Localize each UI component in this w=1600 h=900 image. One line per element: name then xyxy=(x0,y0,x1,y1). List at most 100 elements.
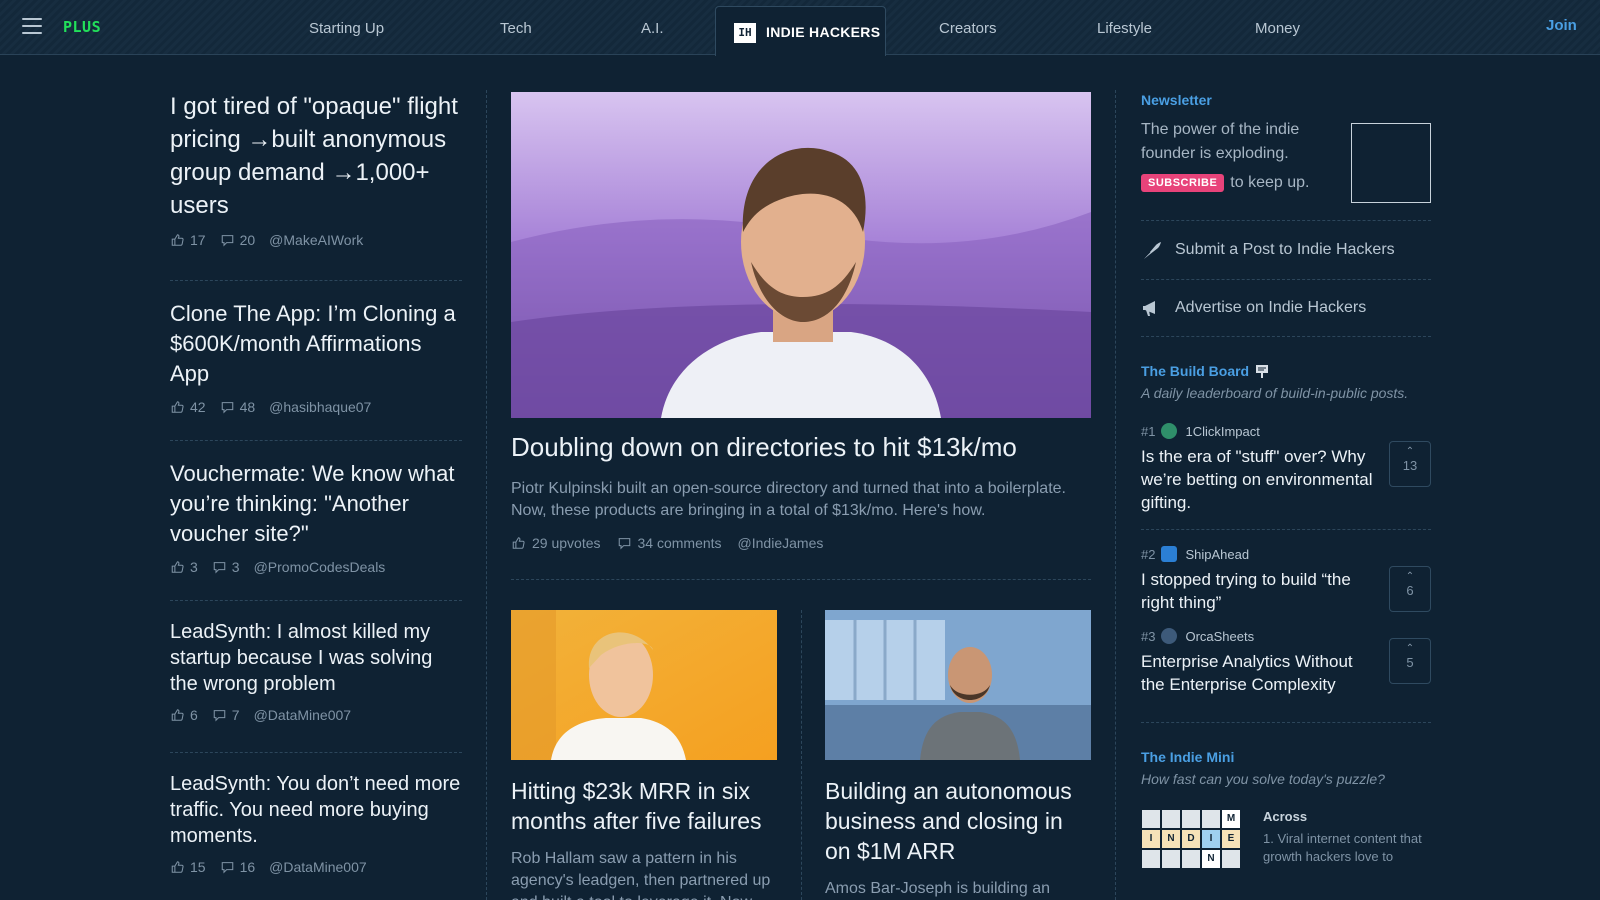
feature-comments[interactable]: 34 comments xyxy=(638,535,722,551)
chevron-up-icon: ⌃ xyxy=(1405,571,1415,582)
comment-icon[interactable] xyxy=(220,400,235,414)
product-name[interactable]: OrcaSheets xyxy=(1185,629,1254,644)
portrait-illustration xyxy=(511,610,777,760)
menu-icon[interactable] xyxy=(22,18,42,34)
comment-icon[interactable] xyxy=(220,860,235,874)
newsletter-text: The power of the indie founder is explod… xyxy=(1141,121,1300,162)
indie-mini: The Indie Mini How fast can you solve to… xyxy=(1141,749,1431,879)
crossword-grid[interactable]: M I N D I E N xyxy=(1141,809,1245,873)
comment-icon[interactable] xyxy=(212,560,227,574)
build-post-title[interactable]: Is the era of "stuff" over? Why we’re be… xyxy=(1141,445,1376,514)
rank: #3 xyxy=(1141,628,1156,644)
product-logo-icon xyxy=(1161,423,1178,439)
list-item[interactable]: LeadSynth: You don’t need more traffic. … xyxy=(170,753,462,893)
rank: #2 xyxy=(1141,546,1156,562)
nav-creators[interactable]: Creators xyxy=(939,20,997,37)
post-list: I got tired of "opaque" flight pricing →… xyxy=(170,90,462,893)
post-author[interactable]: @DataMine007 xyxy=(254,707,352,723)
list-item[interactable]: #1 1ClickImpact Is the era of "stuff" ov… xyxy=(1141,423,1431,529)
nav-money[interactable]: Money xyxy=(1255,20,1300,37)
upvote-button[interactable]: ⌃ 13 xyxy=(1389,441,1431,487)
nav-starting-up[interactable]: Starting Up xyxy=(309,20,384,37)
keep-up-text: to keep up. xyxy=(1230,174,1310,192)
subscribe-button[interactable]: SUBSCRIBE xyxy=(1141,174,1225,192)
feature-image[interactable] xyxy=(511,92,1091,418)
thumbs-up-icon[interactable] xyxy=(170,400,185,414)
post-title[interactable]: LeadSynth: I almost killed my startup be… xyxy=(170,619,462,697)
post-meta: 3 3 @PromoCodesDeals xyxy=(170,559,462,575)
divider xyxy=(1141,336,1431,337)
post-author[interactable]: @PromoCodesDeals xyxy=(254,559,386,575)
thumbs-up-icon[interactable] xyxy=(170,860,185,874)
card-description: Rob Hallam saw a pattern in his agency's… xyxy=(511,850,771,900)
across-clue: 1. Viral internet content that growth ha… xyxy=(1263,831,1422,864)
divider xyxy=(1141,722,1431,723)
list-item[interactable]: Vouchermate: We know what you’re thinkin… xyxy=(170,441,462,601)
card-title[interactable]: Hitting $23k MRR in six months after fiv… xyxy=(511,776,777,836)
thumbs-up-icon[interactable] xyxy=(170,560,185,574)
nav-tech[interactable]: Tech xyxy=(500,20,532,37)
indie-mini-subtitle: How fast can you solve today's puzzle? xyxy=(1141,771,1385,787)
post-meta: 15 16 @DataMine007 xyxy=(170,859,462,875)
product-logo-icon xyxy=(1161,628,1178,644)
list-item[interactable]: Clone The App: I’m Cloning a $600K/month… xyxy=(170,281,462,441)
feature-upvotes: 29 upvotes xyxy=(532,535,601,551)
post-author[interactable]: @MakeAIWork xyxy=(269,232,363,248)
product-name[interactable]: 1ClickImpact xyxy=(1185,424,1259,439)
rank: #1 xyxy=(1141,423,1156,439)
card-description: Amos Bar-Joseph is building an xyxy=(825,880,1051,897)
feature-author[interactable]: @IndieJames xyxy=(738,535,824,551)
advertise-link[interactable]: Advertise on Indie Hackers xyxy=(1141,280,1431,336)
thumbs-up-icon[interactable] xyxy=(170,708,185,722)
ih-logo-icon: IH xyxy=(734,23,756,43)
newsletter-label: Newsletter xyxy=(1141,92,1212,108)
post-title[interactable]: Clone The App: I’m Cloning a $600K/month… xyxy=(170,299,462,389)
build-board: The Build Board A daily leaderboard of b… xyxy=(1141,363,1431,723)
card-title[interactable]: Building an autonomous business and clos… xyxy=(825,776,1091,866)
card-image[interactable] xyxy=(825,610,1091,760)
thumbs-up-icon[interactable] xyxy=(170,233,185,247)
quill-icon xyxy=(1142,242,1161,260)
list-item[interactable]: I got tired of "opaque" flight pricing →… xyxy=(170,90,462,281)
newsletter: Newsletter The power of the indie founde… xyxy=(1141,92,1431,220)
submit-post-link[interactable]: Submit a Post to Indie Hackers xyxy=(1141,221,1431,279)
megaphone-icon xyxy=(1143,301,1155,316)
nav-indie-hackers[interactable]: IH INDIE HACKERS xyxy=(715,6,886,56)
chevron-up-icon: ⌃ xyxy=(1405,643,1415,654)
across-label: Across xyxy=(1263,809,1308,824)
signboard-icon xyxy=(1256,365,1269,378)
comment-icon[interactable] xyxy=(212,708,227,722)
list-item[interactable]: #3 OrcaSheets Enterprise Analytics Witho… xyxy=(1141,626,1431,722)
comment-icon[interactable] xyxy=(617,536,632,550)
office-illustration xyxy=(825,610,1091,760)
post-title[interactable]: LeadSynth: You don’t need more traffic. … xyxy=(170,771,462,849)
build-post-title[interactable]: I stopped trying to build “the right thi… xyxy=(1141,568,1376,614)
join-link[interactable]: Join xyxy=(1546,17,1577,34)
post-title[interactable]: Vouchermate: We know what you’re thinkin… xyxy=(170,459,462,549)
post-meta: 42 48 @hasibhaque07 xyxy=(170,399,462,415)
list-item[interactable]: #2 ShipAhead I stopped trying to build “… xyxy=(1141,530,1431,626)
feature-description: Piotr Kulpinski built an open-source dir… xyxy=(511,480,1066,519)
list-item[interactable]: LeadSynth: I almost killed my startup be… xyxy=(170,601,462,753)
build-board-label: The Build Board xyxy=(1141,363,1250,379)
card-divider xyxy=(801,610,802,900)
nav-indie-hackers-label: INDIE HACKERS xyxy=(766,24,881,40)
upvote-button[interactable]: ⌃ 6 xyxy=(1389,566,1431,612)
post-meta: 17 20 @MakeAIWork xyxy=(170,232,462,248)
build-post-title[interactable]: Enterprise Analytics Without the Enterpr… xyxy=(1141,650,1376,696)
upvote-button[interactable]: ⌃ 5 xyxy=(1389,638,1431,684)
comment-icon[interactable] xyxy=(220,233,235,247)
thumbs-up-icon[interactable] xyxy=(511,536,526,550)
nav-lifestyle[interactable]: Lifestyle xyxy=(1097,20,1152,37)
newsletter-image xyxy=(1351,123,1431,203)
build-board-subtitle: A daily leaderboard of build-in-public p… xyxy=(1141,385,1409,401)
card-image[interactable] xyxy=(511,610,777,760)
product-name[interactable]: ShipAhead xyxy=(1185,547,1249,562)
post-author[interactable]: @hasibhaque07 xyxy=(269,399,371,415)
plus-logo[interactable]: PLUS xyxy=(63,18,101,36)
post-author[interactable]: @DataMine007 xyxy=(269,859,367,875)
nav-ai[interactable]: A.I. xyxy=(641,20,664,37)
post-title[interactable]: I got tired of "opaque" flight pricing →… xyxy=(170,90,462,222)
sidebar: Newsletter The power of the indie founde… xyxy=(1141,92,1431,879)
feature-title[interactable]: Doubling down on directories to hit $13k… xyxy=(511,432,1111,463)
